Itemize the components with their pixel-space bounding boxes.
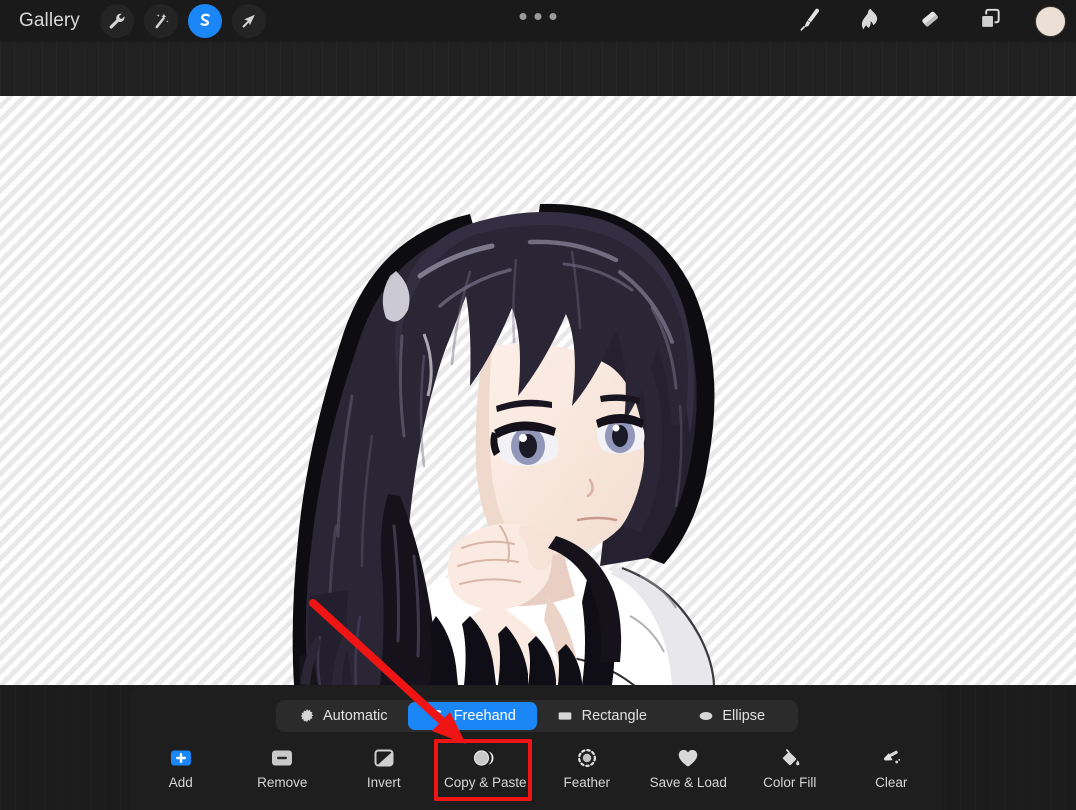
minus-square-icon [269, 747, 295, 769]
action-clear[interactable]: Clear [841, 742, 943, 808]
copy-paste-highlight-box [434, 739, 532, 801]
selection-mode-rectangle-label: Rectangle [581, 708, 647, 724]
selection-tool[interactable] [187, 4, 222, 38]
ellipse-icon [697, 708, 714, 725]
action-feather[interactable]: Feather [536, 742, 638, 808]
action-invert-label: Invert [366, 775, 401, 790]
paint-bucket-icon [779, 747, 801, 769]
heart-icon [677, 747, 699, 769]
action-add[interactable]: Add [130, 742, 232, 808]
actions-wrench-tool[interactable] [99, 4, 134, 38]
secondary-toolbar-strip [0, 42, 1076, 96]
artwork-illustration [292, 203, 716, 685]
top-toolbar: Gallery [0, 0, 1076, 42]
dot-1 [519, 13, 527, 20]
starburst-icon [298, 708, 315, 725]
selection-mode-segmented-control: Automatic Freehand Rectangle Ellipse [276, 700, 798, 732]
arrow-cursor-icon [239, 11, 259, 31]
dashed-circle-icon [576, 747, 598, 769]
action-add-label: Add [168, 775, 193, 790]
selection-mode-automatic-label: Automatic [323, 708, 388, 724]
right-tool-group [793, 0, 1066, 42]
selection-mode-ellipse[interactable]: Ellipse [667, 702, 797, 730]
paint-tool[interactable] [793, 4, 827, 38]
action-remove-label: Remove [257, 775, 308, 790]
plus-square-icon [168, 747, 194, 769]
dot-2 [534, 13, 542, 20]
selection-mode-ellipse-label: Ellipse [722, 708, 766, 724]
transform-tool[interactable] [231, 4, 266, 38]
action-color-fill-label: Color Fill [763, 775, 817, 790]
smudge-tool[interactable] [853, 4, 887, 38]
erase-tool[interactable] [913, 4, 947, 38]
selection-mode-freehand[interactable]: Freehand [407, 702, 537, 730]
layers-icon [977, 6, 1003, 37]
dot-3 [549, 13, 557, 20]
selection-mode-rectangle[interactable]: Rectangle [537, 702, 667, 730]
invert-square-icon [373, 747, 395, 769]
action-feather-label: Feather [563, 775, 611, 790]
left-tool-group [99, 4, 266, 38]
drawing-canvas[interactable] [0, 96, 1076, 685]
action-invert[interactable]: Invert [333, 742, 435, 808]
action-color-fill[interactable]: Color Fill [739, 742, 841, 808]
magic-wand-icon [151, 11, 171, 31]
s-selection-icon [195, 11, 215, 31]
layers-panel[interactable] [973, 4, 1007, 38]
action-save-load-label: Save & Load [649, 775, 727, 790]
procreate-app-window: Gallery Automatic Freehand Rectangle Ell… [0, 0, 1076, 810]
more-options-dots[interactable] [512, 8, 565, 25]
wrench-icon [107, 11, 127, 31]
selection-mode-automatic[interactable]: Automatic [278, 702, 408, 730]
color-swatch[interactable] [1035, 5, 1066, 37]
action-save-load[interactable]: Save & Load [638, 742, 740, 808]
eraser-icon [917, 6, 943, 37]
freehand-s-icon [429, 708, 446, 725]
gallery-button[interactable]: Gallery [13, 7, 86, 35]
selection-mode-freehand-label: Freehand [453, 708, 516, 724]
sweep-brush-icon [879, 747, 903, 769]
action-clear-label: Clear [875, 775, 908, 790]
adjustments-tool[interactable] [143, 4, 178, 38]
paintbrush-icon [797, 6, 823, 37]
selection-actions-row: Add Remove Invert Copy & Paste Feather S… [130, 742, 942, 808]
action-remove[interactable]: Remove [232, 742, 334, 808]
rectangle-icon [557, 708, 574, 725]
selection-tool-panel: Automatic Freehand Rectangle Ellipse Add… [130, 686, 942, 810]
smudge-finger-icon [857, 6, 883, 37]
